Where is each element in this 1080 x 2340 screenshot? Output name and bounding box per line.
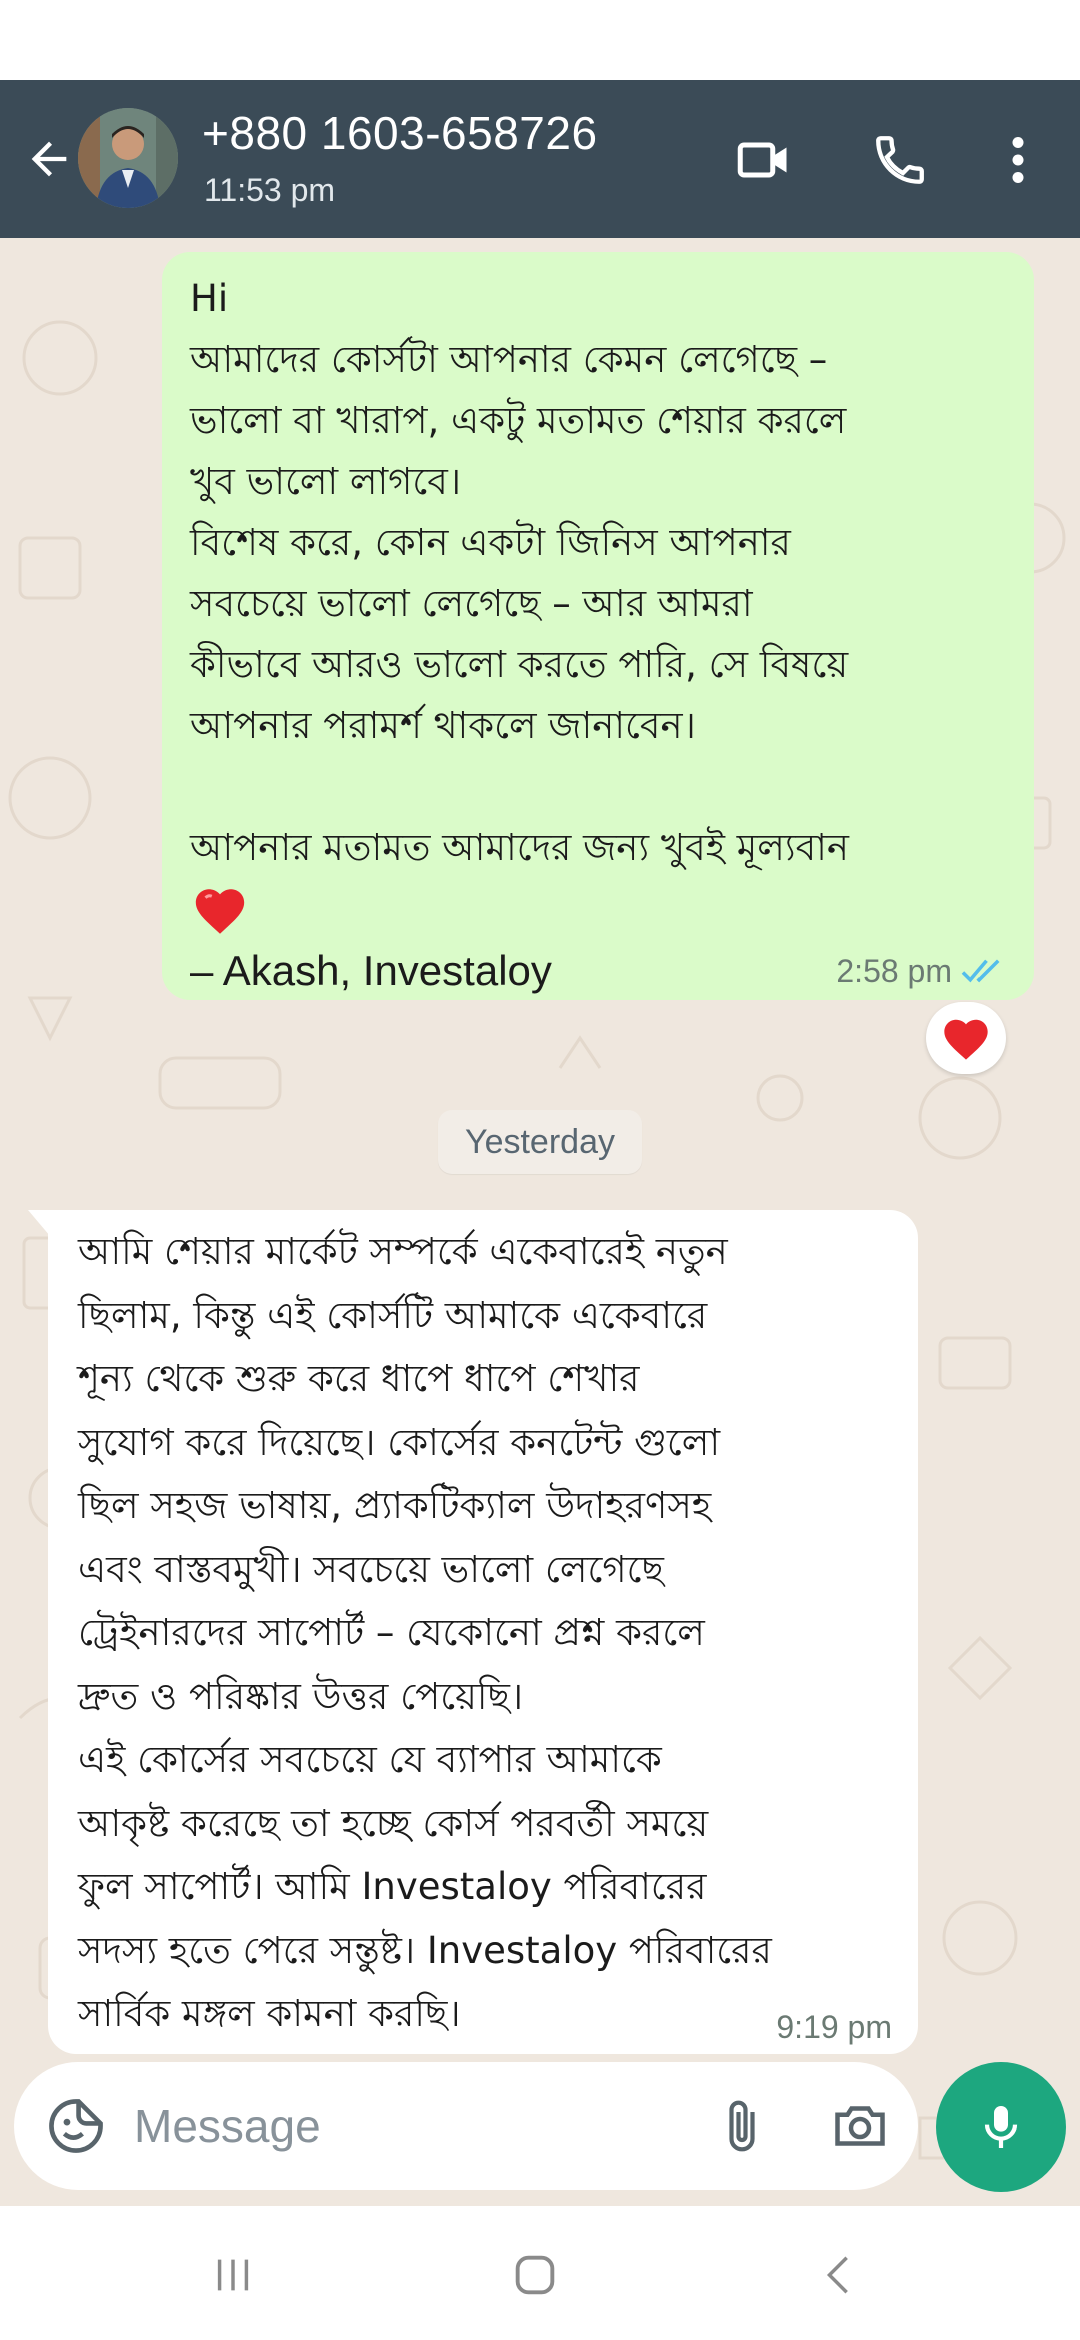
home-button[interactable] — [490, 2240, 580, 2310]
home-icon — [515, 2255, 555, 2295]
emoji-icon — [49, 2099, 103, 2153]
last-seen: 11:53 pm — [204, 172, 336, 208]
incoming-message-time: 9:19 pm — [776, 2009, 892, 2045]
incoming-message-text: আমি শেয়ার মার্কেট সম্পর্কে একেবারেই নতু… — [78, 1230, 772, 2035]
outgoing-message[interactable]: Hi আমাদের কোর্সটা আপনার কেমন লেগেছে – ভা… — [162, 252, 1034, 1000]
heart-emoji-icon — [195, 889, 245, 934]
message-input[interactable] — [134, 2084, 694, 2168]
date-separator: Yesterday — [438, 1110, 642, 1174]
chat-header: +880 1603-658726 11:53 pm — [0, 80, 1080, 238]
back-nav-button[interactable] — [794, 2240, 884, 2310]
system-navigation-bar — [0, 2206, 1080, 2340]
message-reaction[interactable] — [926, 1002, 1006, 1074]
attach-button[interactable] — [708, 2092, 776, 2160]
video-call-button[interactable] — [724, 120, 804, 200]
message-composer — [14, 2062, 918, 2190]
outgoing-message-time: 2:58 pm — [836, 953, 952, 989]
camera-icon — [835, 2106, 885, 2146]
more-options-icon — [1012, 137, 1024, 183]
status-bar — [0, 0, 1080, 80]
emoji-button[interactable] — [42, 2092, 110, 2160]
contact-name[interactable]: +880 1603-658726 — [202, 106, 598, 160]
voice-call-button[interactable] — [860, 120, 940, 200]
voice-message-button[interactable] — [936, 2062, 1066, 2192]
message-signature: – Akash, Investaloy — [190, 947, 552, 994]
more-options-button[interactable] — [978, 120, 1058, 200]
video-call-icon — [737, 142, 787, 178]
incoming-bubble-tail — [28, 1210, 50, 1236]
recent-apps-button[interactable] — [188, 2240, 278, 2310]
attach-icon — [729, 2100, 755, 2152]
camera-button[interactable] — [826, 2092, 894, 2160]
back-arrow-icon — [31, 141, 67, 177]
outgoing-message-text: Hi আমাদের কোর্সটা আপনার কেমন লেগেছে – ভা… — [190, 268, 1010, 1003]
avatar-photo — [78, 108, 178, 208]
contact-avatar[interactable] — [78, 108, 178, 208]
outgoing-message-body: Hi আমাদের কোর্সটা আপনার কেমন লেগেছে – ভা… — [190, 277, 849, 869]
voice-call-icon — [876, 136, 924, 184]
back-button[interactable] — [14, 124, 84, 194]
heart-reaction-icon — [944, 1019, 988, 1060]
read-receipt-icon — [961, 959, 1000, 983]
recent-apps-icon — [217, 2259, 249, 2291]
chevron-left-icon — [826, 2256, 848, 2294]
mic-icon — [984, 2106, 1018, 2148]
incoming-message[interactable]: আমি শেয়ার মার্কেট সম্পর্কে একেবারেই নতু… — [48, 1210, 918, 2054]
chat-area[interactable]: Hi আমাদের কোর্সটা আপনার কেমন লেগেছে – ভা… — [0, 238, 1080, 2206]
